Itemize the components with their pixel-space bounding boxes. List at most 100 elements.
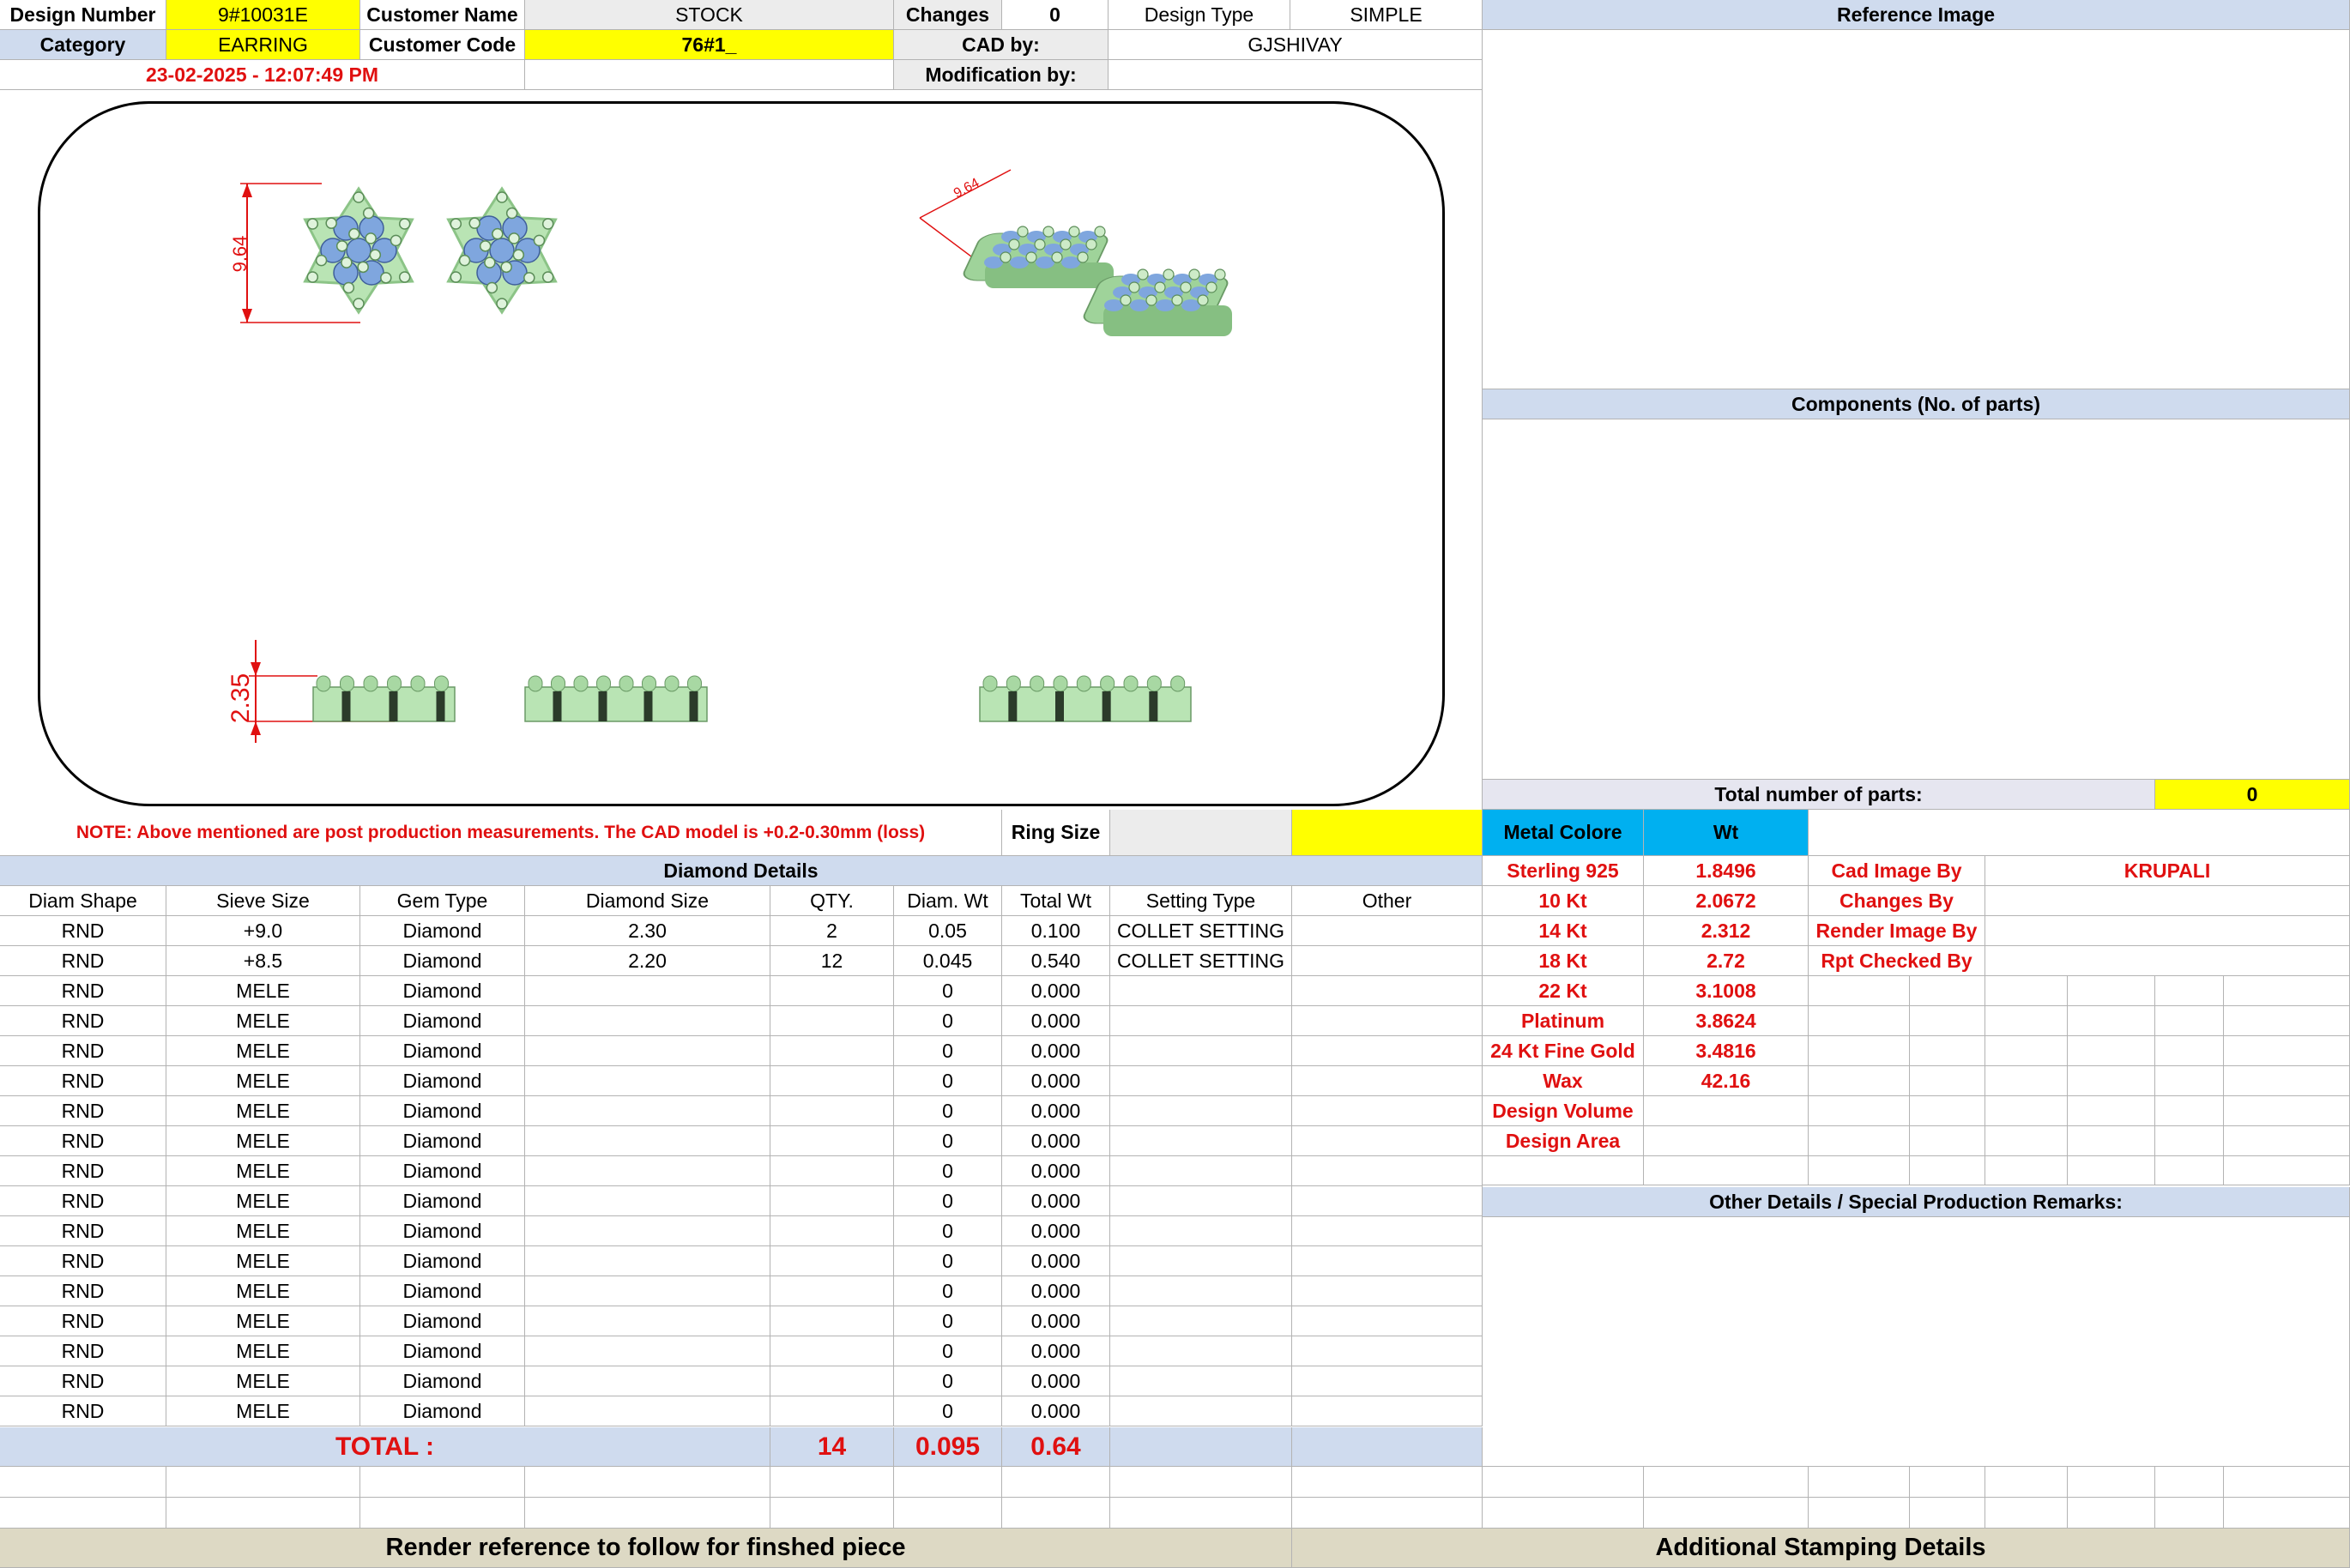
cell-qty[interactable] (770, 1396, 894, 1426)
changes-value[interactable]: 0 (1002, 0, 1109, 30)
cell-gem-type[interactable]: Diamond (360, 1306, 525, 1336)
cell-gem-type[interactable]: Diamond (360, 1096, 525, 1126)
cell-gem-type[interactable]: Diamond (360, 1006, 525, 1036)
blank-cell[interactable] (1110, 1467, 1292, 1498)
cell-diamond-size[interactable] (525, 1096, 770, 1126)
cell-qty[interactable] (770, 1066, 894, 1096)
cell-other[interactable] (1292, 1396, 1483, 1426)
cell-diamond-size[interactable] (525, 1126, 770, 1156)
cell-other[interactable] (1292, 1096, 1483, 1126)
cell-setting-type[interactable] (1110, 1246, 1292, 1276)
cell-total-wt[interactable]: 0.000 (1002, 976, 1110, 1006)
cell-diam-wt[interactable]: 0 (894, 976, 1002, 1006)
cell-setting-type[interactable] (1110, 1216, 1292, 1246)
cell-gem-type[interactable]: Diamond (360, 1216, 525, 1246)
blank-cell[interactable] (2155, 1498, 2224, 1529)
cell-diam-wt[interactable]: 0 (894, 1036, 1002, 1066)
cell-other[interactable] (1292, 1186, 1483, 1216)
cell-diam-wt[interactable]: 0 (894, 1186, 1002, 1216)
customer-name-value[interactable]: STOCK (525, 0, 894, 30)
cell-gem-type[interactable]: Diamond (360, 1126, 525, 1156)
cell-total-wt[interactable]: 0.100 (1002, 916, 1110, 946)
cell-sieve-size[interactable]: MELE (166, 1156, 360, 1186)
cell-gem-type[interactable]: Diamond (360, 916, 525, 946)
cell-other[interactable] (1292, 1366, 1483, 1396)
cell-diamond-size[interactable] (525, 1246, 770, 1276)
cell-sieve-size[interactable]: MELE (166, 1216, 360, 1246)
cell-other[interactable] (1292, 916, 1483, 946)
cell-setting-type[interactable]: COLLET SETTING (1110, 946, 1292, 976)
blank-cell[interactable] (1483, 1498, 1644, 1529)
cell-diamond-size[interactable] (525, 1066, 770, 1096)
cell-other[interactable] (1292, 1276, 1483, 1306)
blank-cell[interactable] (1644, 1467, 1809, 1498)
modification-by-value[interactable] (1109, 60, 1483, 90)
cell-sieve-size[interactable]: MELE (166, 1096, 360, 1126)
blank-cell[interactable] (1985, 1467, 2068, 1498)
cell-gem-type[interactable]: Diamond (360, 946, 525, 976)
credit-value[interactable] (1985, 946, 2350, 976)
cell-qty[interactable]: 12 (770, 946, 894, 976)
cell-total-wt[interactable]: 0.000 (1002, 1366, 1110, 1396)
blank-cell[interactable] (1483, 1467, 1644, 1498)
credit-value[interactable]: KRUPALI (1985, 856, 2350, 886)
cell-sieve-size[interactable]: MELE (166, 1306, 360, 1336)
cell-setting-type[interactable] (1110, 1396, 1292, 1426)
blank-cell[interactable] (770, 1467, 894, 1498)
blank-cell[interactable] (1292, 1498, 1483, 1529)
blank-cell[interactable] (1644, 1498, 1809, 1529)
blank-cell[interactable] (2068, 1467, 2155, 1498)
cell-diam-wt[interactable]: 0.05 (894, 916, 1002, 946)
cell-gem-type[interactable]: Diamond (360, 976, 525, 1006)
cell-total-wt[interactable]: 0.000 (1002, 1396, 1110, 1426)
cell-setting-type[interactable]: COLLET SETTING (1110, 916, 1292, 946)
cell-other[interactable] (1292, 1126, 1483, 1156)
cell-setting-type[interactable] (1110, 1276, 1292, 1306)
cell-other[interactable] (1292, 976, 1483, 1006)
blank-cell[interactable] (770, 1498, 894, 1529)
cell-diamond-size[interactable] (525, 1276, 770, 1306)
cell-diam-wt[interactable]: 0 (894, 1276, 1002, 1306)
cell-qty[interactable] (770, 1306, 894, 1336)
cell-other[interactable] (1292, 1336, 1483, 1366)
cell-qty[interactable] (770, 1096, 894, 1126)
cell-qty[interactable] (770, 1246, 894, 1276)
cell-sieve-size[interactable]: MELE (166, 1036, 360, 1066)
cell-setting-type[interactable] (1110, 1186, 1292, 1216)
cell-sieve-size[interactable]: MELE (166, 1006, 360, 1036)
cell-gem-type[interactable]: Diamond (360, 1246, 525, 1276)
cell-sieve-size[interactable]: MELE (166, 976, 360, 1006)
cell-other[interactable] (1292, 946, 1483, 976)
cell-sieve-size[interactable]: MELE (166, 1186, 360, 1216)
cell-setting-type[interactable] (1110, 1306, 1292, 1336)
cell-diam-wt[interactable]: 0 (894, 1336, 1002, 1366)
cell-sieve-size[interactable]: +8.5 (166, 946, 360, 976)
other-details-area[interactable] (1483, 1217, 2350, 1467)
cell-qty[interactable] (770, 976, 894, 1006)
cell-total-wt[interactable]: 0.000 (1002, 1276, 1110, 1306)
cell-diamond-size[interactable] (525, 1366, 770, 1396)
blank-cell[interactable] (1985, 1498, 2068, 1529)
cell-diamond-size[interactable]: 2.20 (525, 946, 770, 976)
cell-other[interactable] (1292, 1216, 1483, 1246)
cell-setting-type[interactable] (1110, 1156, 1292, 1186)
blank-cell[interactable] (2068, 1498, 2155, 1529)
cell-sieve-size[interactable]: MELE (166, 1396, 360, 1426)
cell-total-wt[interactable]: 0.000 (1002, 1246, 1110, 1276)
cell-total-wt[interactable]: 0.000 (1002, 1096, 1110, 1126)
cell-diamond-size[interactable] (525, 1156, 770, 1186)
cell-setting-type[interactable] (1110, 1096, 1292, 1126)
cell-gem-type[interactable]: Diamond (360, 1276, 525, 1306)
blank-cell[interactable] (2155, 1467, 2224, 1498)
blank-cell[interactable] (360, 1498, 525, 1529)
cell-gem-type[interactable]: Diamond (360, 1336, 525, 1366)
cell-qty[interactable] (770, 1186, 894, 1216)
cell-qty[interactable] (770, 1156, 894, 1186)
cell-total-wt[interactable]: 0.000 (1002, 1036, 1110, 1066)
cell-diamond-size[interactable] (525, 1216, 770, 1246)
cell-setting-type[interactable] (1110, 1006, 1292, 1036)
cell-diamond-size[interactable] (525, 1306, 770, 1336)
cell-sieve-size[interactable]: MELE (166, 1246, 360, 1276)
credit-value[interactable] (1985, 886, 2350, 916)
cell-diam-wt[interactable]: 0 (894, 1006, 1002, 1036)
